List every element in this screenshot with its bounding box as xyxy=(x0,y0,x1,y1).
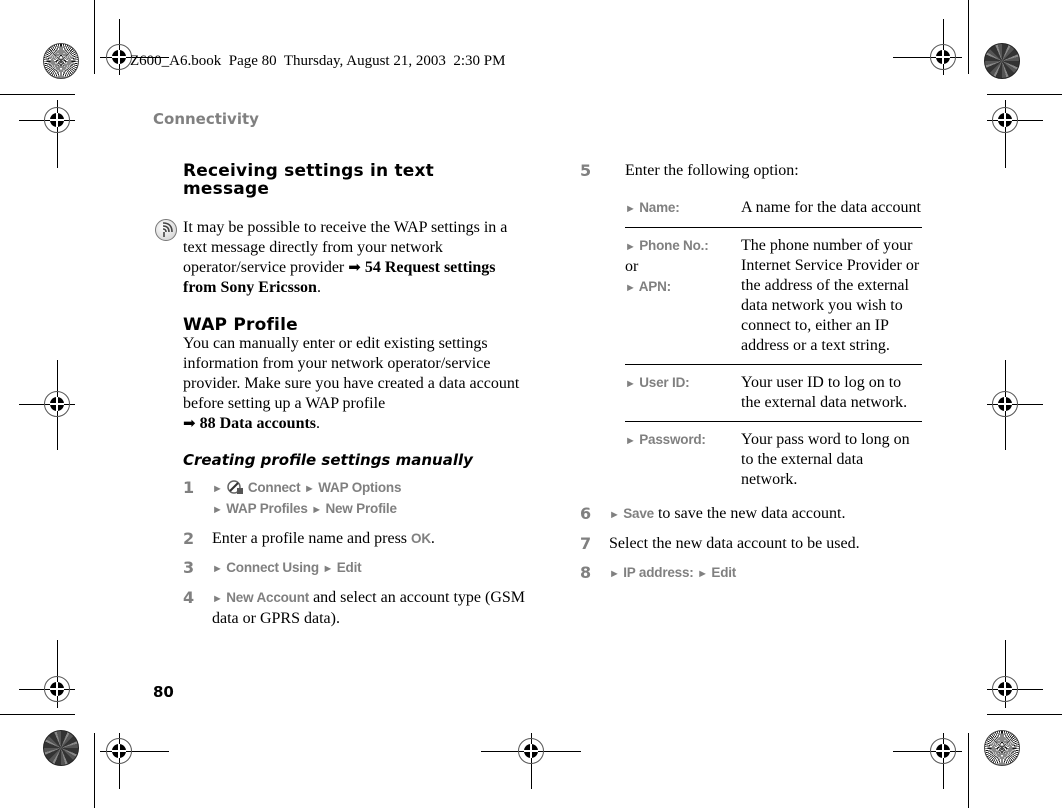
option-phone-no[interactable]: Phone No.: xyxy=(639,238,708,253)
triangle-right-icon: ► xyxy=(212,563,223,575)
menu-item-new-account[interactable]: New Account xyxy=(226,590,309,605)
registration-mark-icon xyxy=(992,107,1018,133)
triangle-right-icon: ► xyxy=(625,241,636,253)
triangle-right-icon: ► xyxy=(625,435,636,447)
options-table: ► Name: A name for the data account ► Ph… xyxy=(625,190,922,498)
menu-item-wap-options[interactable]: WAP Options xyxy=(318,480,401,495)
registration-mark-icon xyxy=(930,44,956,70)
running-head: Connectivity xyxy=(153,110,259,128)
option-description: Your user ID to log on to the external d… xyxy=(741,364,922,422)
table-row: ► User ID: Your user ID to log on to the… xyxy=(625,364,922,422)
crop-line xyxy=(0,714,75,715)
section-title-wap-profile: WAP Profile xyxy=(183,315,298,335)
step-2: 2 Enter a profile name and press OK. xyxy=(183,529,435,548)
color-bar-star-icon xyxy=(984,43,1020,79)
crop-line xyxy=(987,714,1062,715)
option-description: Your pass word to long on to the externa… xyxy=(741,421,922,498)
triangle-right-icon: ► xyxy=(625,378,636,390)
network-operator-icon xyxy=(155,219,177,241)
color-bar-star-icon xyxy=(984,730,1020,766)
crop-line xyxy=(968,0,969,74)
wap-profile-body: You can manually enter or edit existing … xyxy=(183,335,520,432)
table-row: ► Password: Your pass word to long on to… xyxy=(625,421,922,498)
crop-line xyxy=(987,94,1062,95)
step-4: 4 ► New Account and select an account ty… xyxy=(183,588,525,627)
option-description: A name for the data account xyxy=(741,199,921,216)
triangle-right-icon: ► xyxy=(212,593,223,605)
menu-item-wap-profiles[interactable]: WAP Profiles xyxy=(226,501,308,516)
key-ok[interactable]: OK xyxy=(411,531,431,546)
print-slug: Z600_A6.book Page 80 Thursday, August 21… xyxy=(130,53,506,69)
section-title-receiving-settings: Receiving settings in text message xyxy=(183,161,434,199)
step-6: 6 ► Save to save the new data account. xyxy=(580,504,846,523)
option-password[interactable]: Password: xyxy=(639,432,706,447)
arrow-right-icon: ➡ xyxy=(183,416,196,432)
step-7: 7 Select the new data account to be used… xyxy=(580,534,860,553)
table-row: ► Name: A name for the data account xyxy=(625,190,922,228)
crop-line xyxy=(94,0,95,74)
color-bar-star-icon xyxy=(43,43,79,79)
option-user-id[interactable]: User ID: xyxy=(639,375,689,390)
menu-item-save[interactable]: Save xyxy=(623,506,654,521)
registration-mark-icon xyxy=(44,107,70,133)
option-description: The phone number of your Internet Servic… xyxy=(741,227,922,365)
menu-item-edit[interactable]: Edit xyxy=(711,565,736,580)
triangle-right-icon: ► xyxy=(625,203,636,215)
registration-mark-icon xyxy=(106,44,132,70)
menu-item-new-profile[interactable]: New Profile xyxy=(325,501,397,516)
option-apn[interactable]: APN: xyxy=(639,279,671,294)
triangle-right-icon: ► xyxy=(609,509,620,521)
crop-line xyxy=(968,733,969,808)
left-column: Receiving settings in text message It ma… xyxy=(155,161,528,638)
menu-item-ip-address[interactable]: IP address: xyxy=(623,565,694,580)
triangle-right-icon: ► xyxy=(212,483,223,495)
step-1: 1 ► Connect ► WAP Options ► WAP Profiles… xyxy=(183,478,402,516)
steps-list-continued: 6 ► Save to save the new data account. 7… xyxy=(580,504,930,584)
crop-line xyxy=(94,733,95,808)
step-5: 5 Enter the following option: xyxy=(580,161,799,180)
triangle-right-icon: ► xyxy=(609,568,620,580)
section-title-creating-profile: Creating profile settings manually xyxy=(183,451,473,469)
option-name[interactable]: Name: xyxy=(639,200,679,215)
registration-mark-icon xyxy=(44,676,70,702)
color-bar-star-icon xyxy=(43,730,79,766)
menu-item-connect-using[interactable]: Connect Using xyxy=(226,560,319,575)
page-number: 80 xyxy=(153,683,174,701)
step-8: 8 ► IP address: ► Edit xyxy=(580,563,737,582)
registration-mark-icon xyxy=(518,738,544,764)
crop-line xyxy=(0,94,75,95)
menu-item-edit[interactable]: Edit xyxy=(337,560,362,575)
registration-mark-icon xyxy=(106,738,132,764)
connect-icon xyxy=(226,479,244,495)
registration-mark-icon xyxy=(930,738,956,764)
table-row: ► Phone No.: or ► APN: The phone number … xyxy=(625,227,922,365)
arrow-right-icon: ➡ xyxy=(348,260,361,276)
registration-mark-icon xyxy=(992,391,1018,417)
steps-list: 1 ► Connect ► WAP Options ► WAP Profiles… xyxy=(183,478,528,629)
cross-reference-link[interactable]: 88 Data accounts xyxy=(196,415,316,432)
step-3: 3 ► Connect Using ► Edit xyxy=(183,558,362,577)
registration-mark-icon xyxy=(992,676,1018,702)
menu-item-connect[interactable]: Connect xyxy=(248,480,301,495)
note-paragraph: It may be possible to receive the WAP se… xyxy=(155,218,528,298)
right-column: 5 Enter the following option: ► Name: A … xyxy=(580,161,930,593)
registration-mark-icon xyxy=(44,391,70,417)
